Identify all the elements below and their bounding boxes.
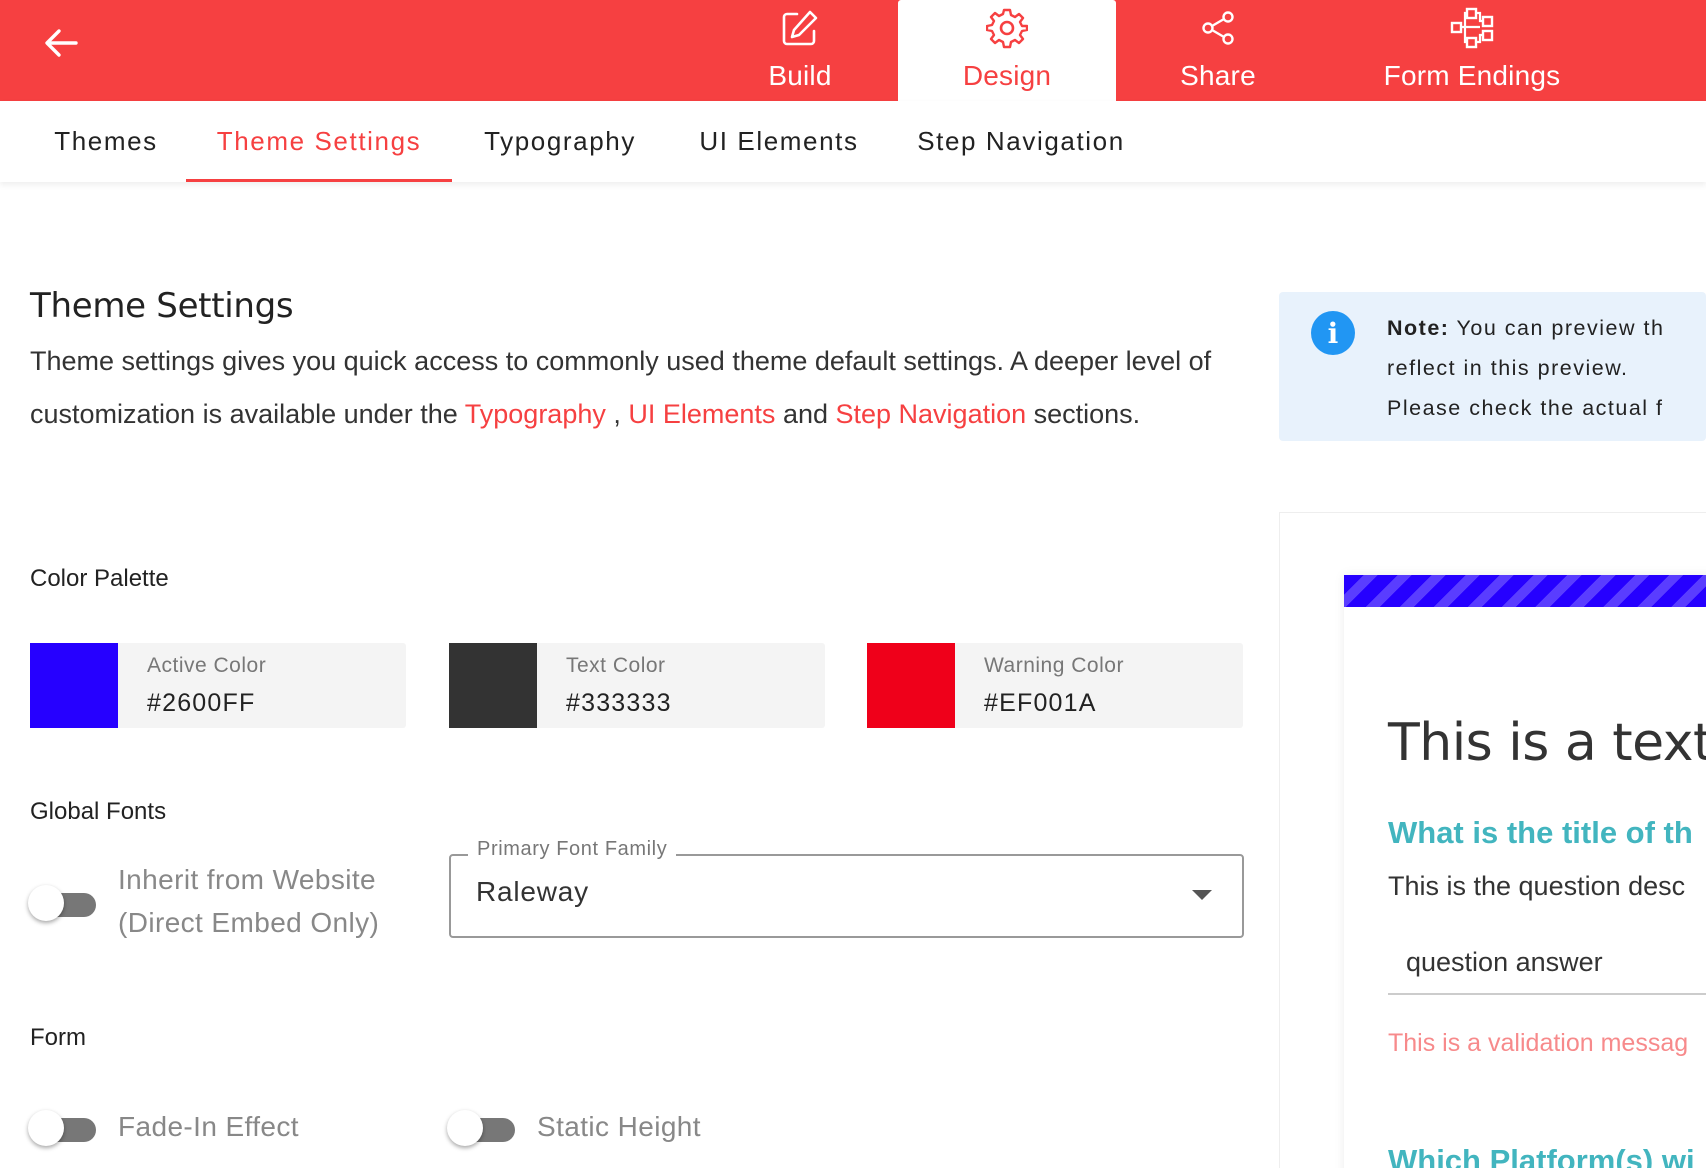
step-navigation-link[interactable]: Step Navigation: [836, 399, 1027, 429]
text-color-chip[interactable]: [449, 643, 537, 728]
active-color-chip[interactable]: [30, 643, 118, 728]
info-icon: i: [1311, 311, 1355, 355]
tab-design-label: Design: [962, 60, 1052, 91]
preview-validation-message: This is a validation messag: [1388, 1029, 1689, 1057]
description-text: sections.: [1026, 399, 1141, 429]
form-preview: This is a text What is the title of th T…: [1279, 512, 1706, 1168]
preview-card: This is a text What is the title of th T…: [1344, 575, 1706, 1168]
arrow-left-icon: [45, 29, 78, 57]
gear-icon: [986, 6, 1028, 50]
note-line2: reflect in this preview.: [1387, 356, 1629, 380]
warning-color-hex: #EF001A: [984, 689, 1097, 717]
active-color-name: Active Color: [147, 654, 267, 677]
color-palette-label: Color Palette: [30, 565, 169, 592]
static-height-toggle[interactable]: [447, 1105, 519, 1151]
text-color-hex: #333333: [566, 689, 672, 717]
preview-question-title: What is the title of th: [1388, 815, 1693, 850]
settings-description: Theme settings gives you quick access to…: [30, 335, 1230, 441]
warning-color-name: Warning Color: [984, 654, 1124, 677]
note-line1: You can preview th: [1449, 316, 1665, 340]
preview-note: i Note: You can preview th reflect in th…: [1279, 292, 1706, 441]
flow-icon: [1450, 6, 1494, 50]
preview-answer-input[interactable]: question answer: [1388, 925, 1706, 995]
design-subnav: Themes Theme Settings Typography UI Elem…: [0, 101, 1706, 182]
tab-share-label: Share: [1180, 60, 1256, 91]
note-text: Note: You can preview th reflect in this…: [1387, 308, 1706, 428]
description-separator: and: [775, 399, 836, 429]
tab-share[interactable]: Share: [1140, 0, 1296, 101]
typography-link[interactable]: Typography: [465, 399, 606, 429]
toggle-thumb: [28, 885, 64, 921]
warning-color-chip[interactable]: [867, 643, 955, 728]
fade-in-toggle[interactable]: [28, 1105, 100, 1151]
subtab-themes[interactable]: Themes: [28, 101, 184, 182]
subtab-step-navigation[interactable]: Step Navigation: [898, 101, 1144, 182]
inherit-font-label-line1: Inherit from Website: [118, 864, 377, 895]
subtab-theme-settings[interactable]: Theme Settings: [186, 101, 452, 182]
preview-question2-title: Which Platform(s) wi: [1388, 1143, 1695, 1168]
description-separator: ,: [605, 399, 629, 429]
preview-heading: This is a text: [1388, 713, 1706, 773]
share-icon: [1200, 6, 1236, 50]
subtab-ui-elements[interactable]: UI Elements: [676, 101, 882, 182]
subtab-typography[interactable]: Typography: [460, 101, 660, 182]
static-height-label: Static Height: [537, 1111, 701, 1142]
tab-form-endings-label: Form Endings: [1383, 60, 1561, 91]
fade-in-label: Fade-In Effect: [118, 1111, 299, 1142]
tab-form-endings[interactable]: Form Endings: [1370, 0, 1574, 101]
progress-stripe: [1344, 575, 1706, 607]
inherit-font-label: Inherit from Website (Direct Embed Only): [118, 858, 379, 944]
tab-build-label: Build: [768, 60, 832, 91]
inherit-font-toggle[interactable]: [28, 880, 100, 926]
primary-font-legend: Primary Font Family: [468, 838, 677, 861]
note-prefix: Note:: [1387, 316, 1450, 340]
note-line3: Please check the actual f: [1387, 396, 1664, 420]
primary-font-value: Raleway: [476, 876, 589, 907]
preview-question-description: This is the question desc: [1388, 871, 1686, 901]
text-color-picker[interactable]: Text Color #333333: [449, 643, 825, 728]
active-color-picker[interactable]: Active Color #2600FF: [30, 643, 406, 728]
back-button[interactable]: [36, 22, 86, 64]
chevron-down-icon[interactable]: [1192, 890, 1212, 900]
text-color-name: Text Color: [566, 654, 666, 677]
tab-build[interactable]: Build: [720, 0, 880, 101]
tab-design[interactable]: Design: [898, 0, 1116, 101]
global-fonts-label: Global Fonts: [30, 798, 167, 825]
preview-answer-value: question answer: [1406, 947, 1603, 977]
toggle-thumb: [28, 1110, 64, 1146]
form-label: Form: [30, 1024, 86, 1051]
top-navigation-bar: Build Design Share Form Endings: [0, 0, 1706, 101]
toggle-thumb: [447, 1110, 483, 1146]
edit-icon: [780, 6, 820, 50]
inherit-font-label-line2: (Direct Embed Only): [118, 907, 380, 938]
active-color-hex: #2600FF: [147, 689, 256, 717]
page-title: Theme Settings: [30, 286, 294, 326]
warning-color-picker[interactable]: Warning Color #EF001A: [867, 643, 1243, 728]
ui-elements-link[interactable]: UI Elements: [628, 399, 775, 429]
